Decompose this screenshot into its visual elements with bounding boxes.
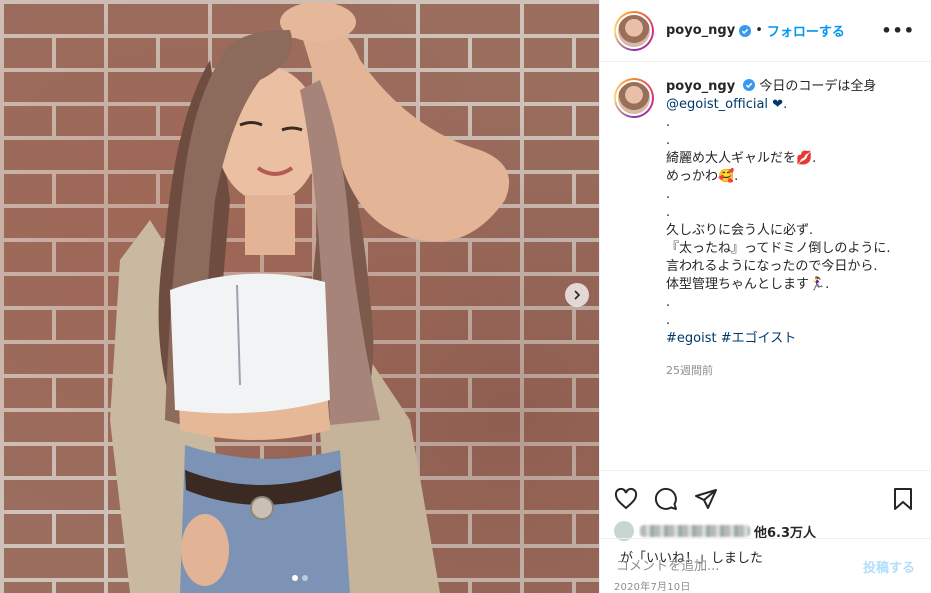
caption-line: 言われるようになったので今日から. — [666, 259, 878, 274]
caption-area: poyo_ngy 今日のコーデは全身 @egoist_official ❤. .… — [600, 62, 931, 470]
caption-line: 久しぶりに会う人に必ず. — [666, 223, 814, 238]
caption-line: . — [666, 187, 671, 202]
more-options-icon[interactable]: ••• — [881, 21, 915, 40]
verified-badge-icon — [743, 79, 756, 91]
carousel-dot — [301, 575, 308, 581]
caption-username[interactable]: poyo_ngy — [666, 79, 735, 94]
next-photo-button[interactable] — [565, 283, 589, 307]
caption-line[interactable]: @egoist_official ❤. — [666, 96, 890, 114]
caption-line: 体型管理ちゃんとします🏃‍♀️. — [666, 277, 830, 292]
carousel-indicator — [291, 575, 308, 581]
caption-line: . — [666, 295, 671, 310]
caption-line: . — [666, 115, 671, 130]
comment-input[interactable] — [616, 558, 863, 574]
caption-line: めっかわ🥰. — [666, 169, 739, 184]
caption-line: . — [666, 313, 671, 328]
caption-line: 綺麗め大人ギャルだを💋. — [666, 151, 817, 166]
caption-line: 今日のコーデは全身 — [759, 79, 877, 94]
post-comment-button[interactable]: 投稿する — [863, 557, 915, 576]
heart-icon[interactable] — [614, 487, 638, 511]
separator: • — [755, 23, 763, 38]
carousel-dot — [291, 575, 298, 581]
comment-icon[interactable] — [654, 487, 678, 511]
share-icon[interactable] — [694, 487, 718, 511]
post-photo[interactable] — [0, 0, 599, 593]
time-ago: 25週間前 — [666, 364, 713, 377]
hashtags-link[interactable]: #egoist #エゴイスト — [666, 330, 890, 348]
follow-button[interactable]: フォローする — [767, 21, 845, 40]
caption-line: . — [666, 205, 671, 220]
woman-figure — [110, 2, 510, 593]
post-header: poyo_ngy • フォローする ••• — [600, 0, 931, 62]
username-link[interactable]: poyo_ngy — [666, 23, 735, 38]
caption-line: . — [666, 133, 671, 148]
chevron-right-icon — [574, 290, 581, 300]
bookmark-icon[interactable] — [891, 487, 915, 511]
caption-text: poyo_ngy 今日のコーデは全身 @egoist_official ❤. .… — [666, 78, 890, 470]
caption-line: 『太ったね』ってドミノ倒しのように. — [666, 241, 891, 256]
avatar[interactable] — [614, 10, 654, 51]
post-sidebar: poyo_ngy • フォローする ••• poyo_ngy 今日のコーデは全身… — [599, 0, 931, 593]
verified-badge-icon — [739, 24, 752, 37]
comment-form: 投稿する — [600, 538, 931, 593]
blurred-username — [640, 525, 750, 537]
instagram-post: poyo_ngy • フォローする ••• poyo_ngy 今日のコーデは全身… — [0, 0, 931, 593]
avatar[interactable] — [614, 78, 654, 118]
